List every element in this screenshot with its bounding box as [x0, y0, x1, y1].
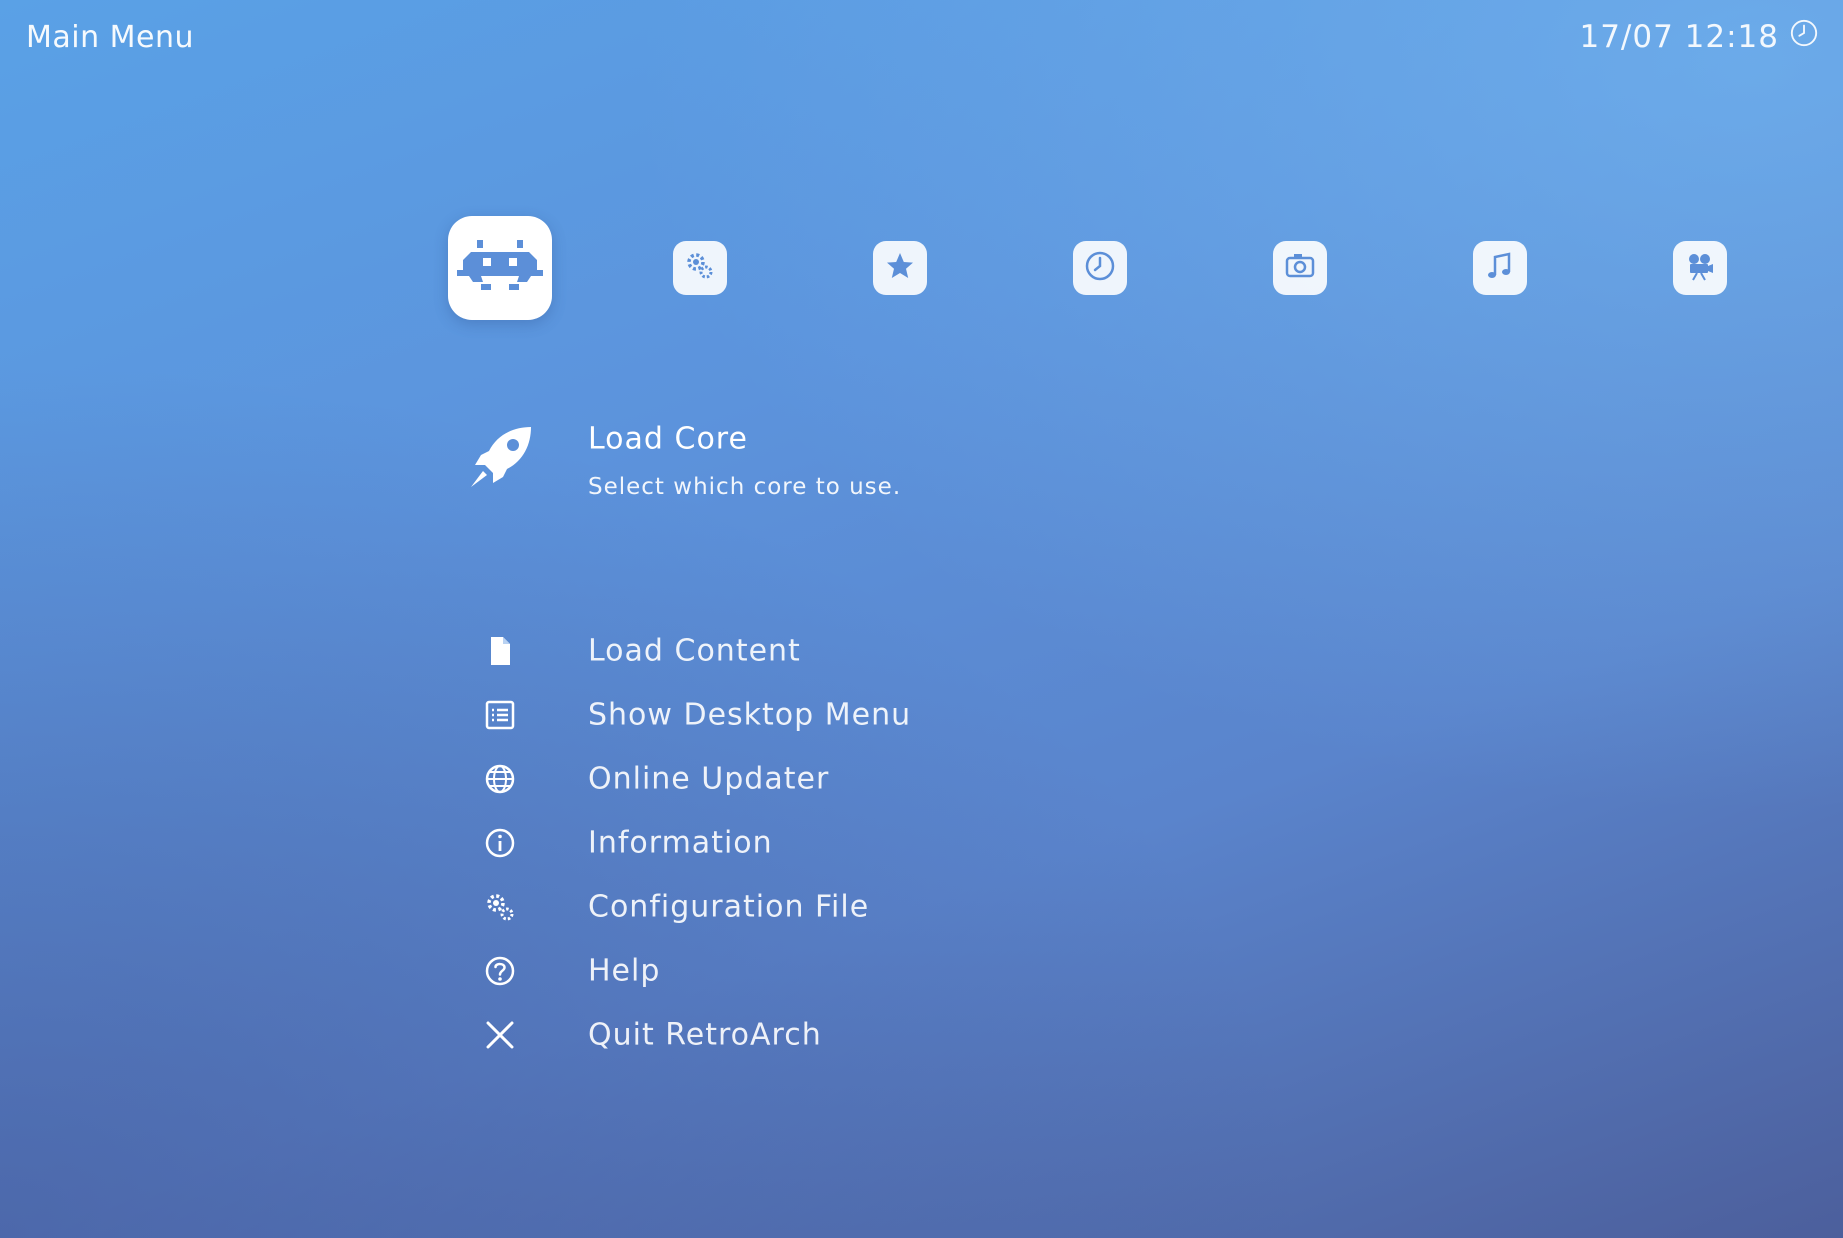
menu-item-information[interactable]: Information: [588, 826, 773, 861]
tab-history[interactable]: [1073, 241, 1127, 295]
background: [0, 0, 1843, 1238]
menu-item-help[interactable]: Help: [588, 954, 660, 989]
star-icon: [883, 249, 917, 287]
tab-images[interactable]: [1273, 241, 1327, 295]
music-note-icon: [1483, 249, 1517, 287]
globe-icon: [483, 762, 517, 796]
menu-item-configuration-file[interactable]: Configuration File: [588, 890, 869, 925]
menu-item-sublabel: Select which core to use.: [588, 474, 902, 500]
tab-favorites[interactable]: [873, 241, 927, 295]
camera-icon: [1283, 249, 1317, 287]
clock-icon: [1789, 18, 1819, 56]
page-title: Main Menu: [26, 20, 195, 55]
file-icon: [483, 634, 517, 668]
menu-item-online-updater[interactable]: Online Updater: [588, 762, 829, 797]
tab-music[interactable]: [1473, 241, 1527, 295]
close-icon: [483, 1018, 517, 1052]
datetime-text: 17/07 12:18: [1579, 19, 1779, 55]
list-icon: [483, 698, 517, 732]
tab-main-menu[interactable]: [448, 216, 552, 320]
retroarch-invader-icon: [457, 236, 543, 300]
info-icon: [483, 826, 517, 860]
rocket-icon: [463, 421, 537, 495]
datetime-display: 17/07 12:18: [1579, 18, 1819, 56]
menu-item-load-core[interactable]: Load Core: [588, 422, 748, 457]
gears-icon: [483, 890, 517, 924]
video-camera-icon: [1683, 249, 1717, 287]
menu-item-load-content[interactable]: Load Content: [588, 634, 801, 669]
menu-item-quit-retroarch[interactable]: Quit RetroArch: [588, 1018, 822, 1053]
settings-gears-icon: [683, 249, 717, 287]
history-clock-icon: [1083, 249, 1117, 287]
tab-settings[interactable]: [673, 241, 727, 295]
tab-videos[interactable]: [1673, 241, 1727, 295]
help-icon: [483, 954, 517, 988]
menu-item-show-desktop-menu[interactable]: Show Desktop Menu: [588, 698, 911, 733]
